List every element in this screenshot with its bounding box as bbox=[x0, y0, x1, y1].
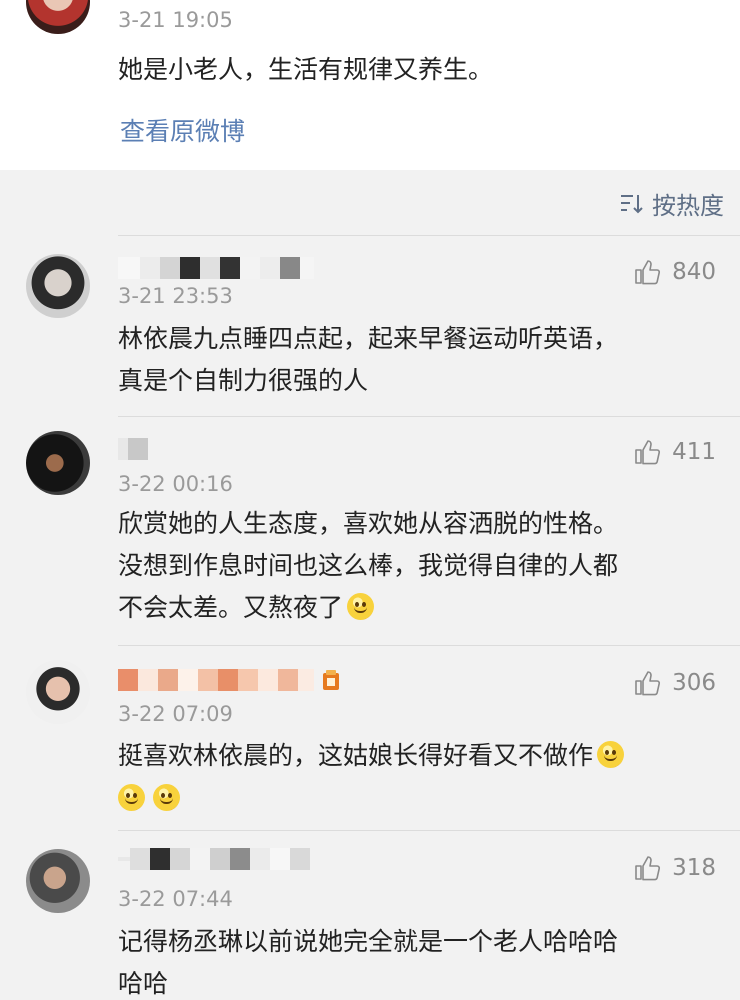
comment-text: 挺喜欢林依晨的，这姑娘长得好看又不做作 bbox=[118, 735, 708, 777]
comment-line-text: 挺喜欢林依晨的，这姑娘长得好看又不做作 bbox=[118, 741, 594, 770]
comment-text: 欣赏她的人生态度，喜欢她从容洒脱的性格。 没想到作息时间也这么棒，我觉得自律的人… bbox=[118, 503, 708, 629]
comment-timestamp: 3-21 23:53 bbox=[118, 284, 233, 308]
sort-label: 按热度 bbox=[652, 191, 724, 220]
like-count: 411 bbox=[672, 439, 716, 465]
comment-item: 318 3-22 07:44 记得杨丞琳以前说她完全就是一个老人哈哈哈 哈哈 bbox=[0, 831, 740, 1000]
smile-emoji-icon bbox=[153, 784, 180, 811]
thumbs-up-icon bbox=[635, 671, 661, 696]
commenter-username[interactable] bbox=[118, 847, 310, 871]
comment-timestamp: 3-22 07:09 bbox=[118, 702, 233, 726]
post-text: 她是小老人，生活有规律又养生。 bbox=[118, 55, 494, 84]
comment-timestamp: 3-22 00:16 bbox=[118, 472, 233, 496]
sort-icon bbox=[621, 195, 643, 214]
post-timestamp: 3-21 19:05 bbox=[118, 8, 233, 32]
yawn-emoji-icon bbox=[347, 593, 375, 620]
view-original-weibo-link[interactable]: 查看原微博 bbox=[120, 112, 245, 148]
member-badge-icon bbox=[323, 670, 339, 690]
commenter-avatar[interactable] bbox=[26, 254, 90, 318]
smile-emoji-icon bbox=[597, 741, 625, 768]
like-button[interactable]: 411 bbox=[634, 437, 716, 467]
comment-text: 林依晨九点睡四点起，起来早餐运动听英语， 真是个自制力很强的人 bbox=[118, 318, 708, 402]
like-button[interactable]: 318 bbox=[634, 853, 716, 883]
thumbs-up-icon bbox=[635, 856, 661, 881]
sort-by-hot-button[interactable]: 按热度 bbox=[620, 184, 724, 222]
comment-line: 哈哈 bbox=[118, 969, 169, 998]
comment-line: 欣赏她的人生态度，喜欢她从容洒脱的性格。 bbox=[118, 509, 619, 538]
commenter-username[interactable] bbox=[118, 437, 148, 461]
commenter-avatar[interactable] bbox=[26, 431, 90, 495]
commenter-username[interactable] bbox=[118, 668, 340, 692]
original-post-card: 3-21 19:05 她是小老人，生活有规律又养生。 查看原微博 bbox=[0, 0, 740, 170]
comment-text: 记得杨丞琳以前说她完全就是一个老人哈哈哈 哈哈 bbox=[118, 921, 708, 1000]
like-count: 318 bbox=[672, 855, 716, 881]
comment-item: 840 3-21 23:53 林依晨九点睡四点起，起来早餐运动听英语， 真是个自… bbox=[0, 236, 740, 416]
like-button[interactable]: 306 bbox=[634, 668, 716, 698]
thumbs-up-icon bbox=[635, 260, 661, 285]
smile-emoji-icon bbox=[118, 784, 145, 811]
comment-item: 306 3-22 07:09 挺喜欢林依晨的，这姑娘长得好看又不做作 bbox=[0, 646, 740, 830]
thumbs-up-icon bbox=[635, 440, 661, 465]
commenter-avatar[interactable] bbox=[26, 849, 90, 913]
commenter-avatar[interactable] bbox=[26, 660, 90, 724]
comment-timestamp: 3-22 07:44 bbox=[118, 887, 233, 911]
like-count: 306 bbox=[672, 670, 716, 696]
comment-line: 记得杨丞琳以前说她完全就是一个老人哈哈哈 bbox=[118, 927, 619, 956]
comment-line: 没想到作息时间也这么棒，我觉得自律的人都 bbox=[118, 551, 619, 580]
post-avatar[interactable] bbox=[26, 0, 90, 34]
comment-line: 林依晨九点睡四点起，起来早餐运动听英语， bbox=[118, 324, 619, 353]
comment-line: 真是个自制力很强的人 bbox=[118, 366, 369, 395]
comment-line: 挺喜欢林依晨的，这姑娘长得好看又不做作 bbox=[118, 735, 708, 777]
commenter-username[interactable] bbox=[118, 256, 314, 280]
emoji-row bbox=[118, 784, 180, 811]
comment-item: 411 3-22 00:16 欣赏她的人生态度，喜欢她从容洒脱的性格。 没想到作… bbox=[0, 417, 740, 645]
like-button[interactable]: 840 bbox=[634, 257, 716, 287]
comment-line-text: 不会太差。又熬夜了 bbox=[118, 593, 344, 622]
comment-line: 不会太差。又熬夜了 bbox=[118, 587, 708, 629]
like-count: 840 bbox=[672, 259, 716, 285]
